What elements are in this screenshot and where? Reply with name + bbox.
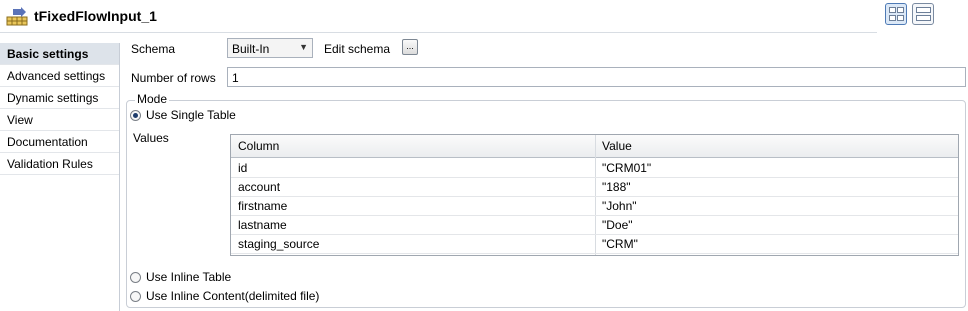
schema-select-value: Built-In [232, 42, 270, 56]
table-row[interactable]: lastname "Doe" [231, 215, 958, 235]
form-view-toggle-button[interactable] [912, 3, 934, 25]
use-single-table-radio[interactable] [130, 110, 141, 121]
rows-view-icon [916, 7, 931, 13]
grid-cell [897, 15, 904, 21]
value-cell[interactable]: "188" [602, 180, 631, 194]
column-cell: id [238, 161, 248, 175]
values-label: Values [133, 131, 169, 145]
number-of-rows-input[interactable]: 1 [227, 67, 966, 87]
table-row[interactable]: account "188" [231, 177, 958, 197]
grid-view-icon [889, 7, 896, 13]
edit-schema-button[interactable]: ... [402, 39, 418, 55]
nav-item-validation-rules[interactable]: Validation Rules [0, 153, 119, 175]
chevron-down-icon: ▼ [299, 42, 308, 52]
table-row[interactable]: firstname "John" [231, 196, 958, 216]
nav-item-view[interactable]: View [0, 109, 119, 131]
header-divider [0, 32, 877, 33]
value-cell[interactable]: "Doe" [602, 218, 633, 232]
value-cell[interactable]: "CRM01" [602, 161, 651, 175]
mode-group-label: Mode [135, 92, 170, 106]
table-row[interactable]: id "CRM01" [231, 158, 958, 178]
component-title: tFixedFlowInput_1 [34, 8, 157, 24]
table-view-toggle-button[interactable] [885, 3, 907, 25]
column-cell: firstname [238, 199, 288, 213]
table-row[interactable]: staging_source "CRM" [231, 234, 958, 254]
nav-item-documentation[interactable]: Documentation [0, 131, 119, 153]
nav-item-advanced-settings[interactable]: Advanced settings [0, 65, 119, 87]
schema-label: Schema [131, 42, 176, 56]
use-single-table-label[interactable]: Use Single Table [146, 108, 236, 122]
column-cell: lastname [238, 218, 287, 232]
component-header: tFixedFlowInput_1 [0, 0, 968, 34]
use-inline-content-label[interactable]: Use Inline Content(delimited file) [146, 289, 319, 303]
column-header-column[interactable]: Column [238, 139, 279, 153]
value-cell[interactable]: "CRM" [602, 237, 638, 251]
nav-item-dynamic-settings[interactable]: Dynamic settings [0, 87, 119, 109]
settings-nav: Basic settings Advanced settings Dynamic… [0, 43, 120, 311]
schema-select[interactable]: Built-In ▼ [227, 38, 313, 58]
nav-item-basic-settings[interactable]: Basic settings [0, 43, 119, 65]
values-table: Column Value id "CRM01" account "188" fi… [230, 134, 959, 256]
number-of-rows-value: 1 [232, 71, 239, 85]
grid-cell [897, 7, 904, 13]
column-header-value[interactable]: Value [602, 139, 632, 153]
edit-schema-label: Edit schema [324, 42, 391, 56]
column-cell: account [238, 180, 281, 194]
number-of-rows-label: Number of rows [131, 71, 216, 85]
value-cell[interactable]: "John" [602, 199, 637, 213]
fixed-flow-input-component-icon [6, 7, 28, 26]
column-cell: staging_source [238, 237, 320, 251]
grid-cell [889, 15, 896, 21]
use-inline-content-radio[interactable] [130, 291, 141, 302]
use-inline-table-radio[interactable] [130, 272, 141, 283]
use-inline-table-label[interactable]: Use Inline Table [146, 270, 231, 284]
rows-cell [916, 15, 931, 21]
